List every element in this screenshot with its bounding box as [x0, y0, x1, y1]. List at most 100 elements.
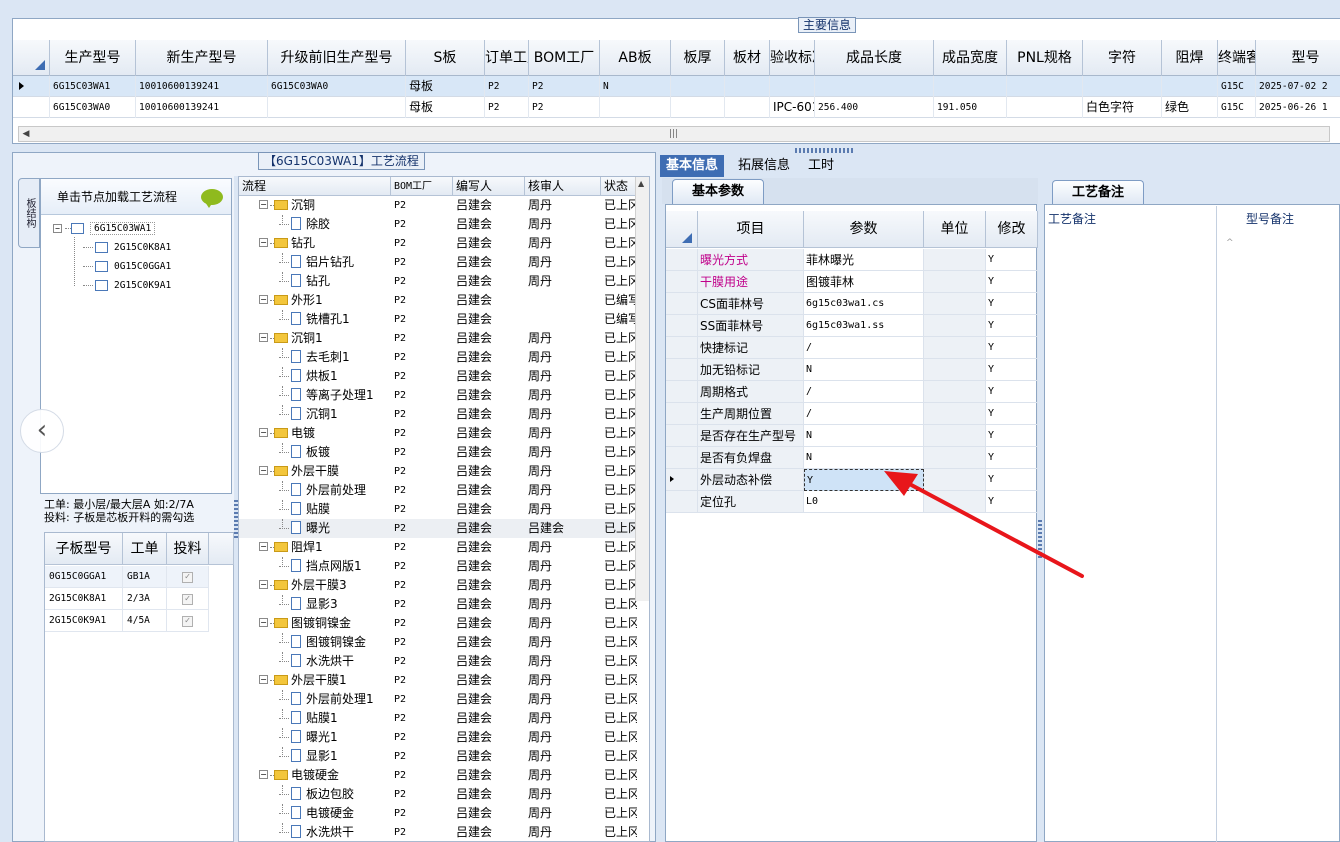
sub-grid-cell[interactable]: 2G15C0K8A1	[45, 588, 123, 610]
checkbox-icon[interactable]: ✓	[182, 572, 193, 583]
param-col-header[interactable]: 项目	[698, 211, 804, 248]
flow-step-cell[interactable]: 除胶	[239, 215, 391, 234]
sub-grid-header[interactable]: 投料	[167, 533, 209, 565]
flow-step-cell[interactable]: 显影3	[239, 595, 391, 614]
flow-row[interactable]: 沉铜1 P2 吕建会 周丹 已上冈	[239, 405, 649, 424]
notes-body[interactable]	[1044, 204, 1340, 842]
param-row[interactable]: 定位孔 L0 Y	[666, 491, 1038, 513]
collapse-icon[interactable]: −	[259, 295, 268, 304]
param-cell-value[interactable]: 菲林曝光	[804, 249, 924, 271]
flow-step-cell[interactable]: − 外形1	[239, 291, 391, 310]
feed-checkbox[interactable]: ✓	[167, 610, 209, 632]
flow-row[interactable]: − 外层干膜 P2 吕建会 周丹 已上冈	[239, 462, 649, 481]
grid-cell[interactable]: 6G15C03WA1	[50, 76, 136, 97]
flow-row[interactable]: 外层前处理1 P2 吕建会 周丹 已上冈	[239, 690, 649, 709]
param-row[interactable]: CS面菲林号 6g15c03wa1.cs Y	[666, 293, 1038, 315]
flow-step-cell[interactable]: 去毛刺1	[239, 348, 391, 367]
collapse-icon[interactable]: −	[259, 238, 268, 247]
param-row-indicator[interactable]	[666, 337, 698, 359]
flow-row[interactable]: 显影3 P2 吕建会 周丹 已上冈	[239, 595, 649, 614]
flow-row[interactable]: − 沉铜 P2 吕建会 周丹 已上冈	[239, 196, 649, 215]
flow-row[interactable]: 烘板1 P2 吕建会 周丹 已上冈	[239, 367, 649, 386]
col-header[interactable]: 字符	[1083, 40, 1162, 76]
tree-node[interactable]: 0G15C0GGA1	[83, 259, 171, 275]
flow-step-cell[interactable]: 铝片钻孔	[239, 253, 391, 272]
scroll-up-icon[interactable]: ▲	[638, 179, 644, 188]
collapse-icon[interactable]: −	[259, 466, 268, 475]
collapse-icon[interactable]: −	[259, 200, 268, 209]
grid-cell[interactable]: 母板	[406, 76, 485, 97]
param-row[interactable]: 外层动态补偿 Y Y	[666, 469, 1038, 491]
param-row[interactable]: 生产周期位置 / Y	[666, 403, 1038, 425]
flow-row[interactable]: 水洗烘干 P2 吕建会 周丹 已上冈	[239, 823, 649, 841]
grid-cell[interactable]	[1007, 97, 1083, 118]
grid-cell[interactable]: 10010600139241	[136, 97, 268, 118]
sub-grid-cell[interactable]: 4/5A	[123, 610, 167, 632]
param-cell-value[interactable]: /	[804, 337, 924, 359]
collapse-icon[interactable]: −	[259, 542, 268, 551]
grid-cell[interactable]: 10010600139241	[136, 76, 268, 97]
flow-col-header[interactable]: BOM工厂	[391, 177, 453, 196]
tab-work-hours[interactable]: 工时	[802, 155, 840, 177]
col-header[interactable]: 型号	[1256, 40, 1340, 76]
param-cell-value[interactable]: N	[804, 359, 924, 381]
param-cell-value[interactable]: /	[804, 403, 924, 425]
col-header[interactable]: 订单工厂	[485, 40, 529, 76]
params-corner[interactable]	[666, 211, 698, 248]
grid-corner[interactable]	[13, 40, 50, 76]
col-header[interactable]: 终端客户代码	[1218, 40, 1256, 76]
main-grid-row[interactable]: 6G15C03WA010010600139241母板P2P2IPC-6012 I…	[13, 97, 1340, 118]
tree-node[interactable]: − 6G15C03WA1	[53, 221, 156, 237]
grid-cell[interactable]: 191.050	[934, 97, 1007, 118]
flow-step-cell[interactable]: 贴膜1	[239, 709, 391, 728]
tab-extended-info[interactable]: 拓展信息	[732, 155, 796, 177]
flow-step-cell[interactable]: − 外层干膜1	[239, 671, 391, 690]
flow-step-cell[interactable]: 板边包胶	[239, 785, 391, 804]
sub-grid-header[interactable]: 工单	[123, 533, 167, 565]
col-header[interactable]: 升级前旧生产型号	[268, 40, 406, 76]
flow-step-cell[interactable]: 电镀硬金	[239, 804, 391, 823]
param-col-header[interactable]: 修改	[986, 211, 1038, 248]
prev-page-button[interactable]: ‹	[20, 409, 64, 453]
flow-step-cell[interactable]: − 电镀硬金	[239, 766, 391, 785]
flow-row[interactable]: 板镀 P2 吕建会 周丹 已上冈	[239, 443, 649, 462]
flow-step-cell[interactable]: − 外层干膜3	[239, 576, 391, 595]
grid-cell[interactable]: 白色字符	[1083, 97, 1162, 118]
flow-row[interactable]: 板边包胶 P2 吕建会 周丹 已上冈	[239, 785, 649, 804]
col-header[interactable]: 生产型号	[50, 40, 136, 76]
sub-grid-header[interactable]: 子板型号	[45, 533, 123, 565]
param-row[interactable]: 是否存在生产型号 N Y	[666, 425, 1038, 447]
grid-cell[interactable]: 6G15C03WA0	[50, 97, 136, 118]
flow-col-header[interactable]: 流程	[239, 177, 391, 196]
grid-cell[interactable]: 2025-06-26 1	[1256, 97, 1340, 118]
flow-row[interactable]: 曝光 P2 吕建会 吕建会 已上冈	[239, 519, 649, 538]
sub-grid-cell[interactable]: 2G15C0K9A1	[45, 610, 123, 632]
flow-row[interactable]: − 外层干膜1 P2 吕建会 周丹 已上冈	[239, 671, 649, 690]
flow-step-cell[interactable]: 贴膜	[239, 500, 391, 519]
flow-step-cell[interactable]: 钻孔	[239, 272, 391, 291]
param-row[interactable]: 加无铅标记 N Y	[666, 359, 1038, 381]
grid-cell[interactable]: IPC-6012 II级	[770, 97, 815, 118]
grid-cell[interactable]: 6G15C03WA0	[268, 76, 406, 97]
param-row[interactable]: 是否有负焊盘 N Y	[666, 447, 1038, 469]
collapse-icon[interactable]: −	[259, 618, 268, 627]
param-cell-value[interactable]: 6g15c03wa1.cs	[804, 293, 924, 315]
col-header[interactable]: 板厚	[671, 40, 725, 76]
grid-cell[interactable]: 绿色	[1162, 97, 1218, 118]
grid-cell[interactable]: P2	[485, 97, 529, 118]
collapse-icon[interactable]: −	[259, 675, 268, 684]
param-cell-value[interactable]: Y	[804, 469, 924, 491]
col-header[interactable]: PNL规格	[1007, 40, 1083, 76]
flow-step-cell[interactable]: 水洗烘干	[239, 652, 391, 671]
col-header[interactable]: BOM工厂	[529, 40, 600, 76]
flow-step-cell[interactable]: 曝光1	[239, 728, 391, 747]
tree-node[interactable]: 2G15C0K8A1	[83, 240, 171, 256]
collapse-icon[interactable]: −	[259, 333, 268, 342]
flow-step-cell[interactable]: − 外层干膜	[239, 462, 391, 481]
flow-col-header[interactable]: 状态	[601, 177, 637, 196]
grid-cell[interactable]	[725, 76, 770, 97]
flow-step-cell[interactable]: − 钻孔	[239, 234, 391, 253]
horizontal-splitter-grip[interactable]	[795, 148, 855, 153]
param-row[interactable]: 曝光方式 菲林曝光 Y	[666, 249, 1038, 271]
flow-vscrollbar[interactable]: ▲	[635, 177, 649, 601]
